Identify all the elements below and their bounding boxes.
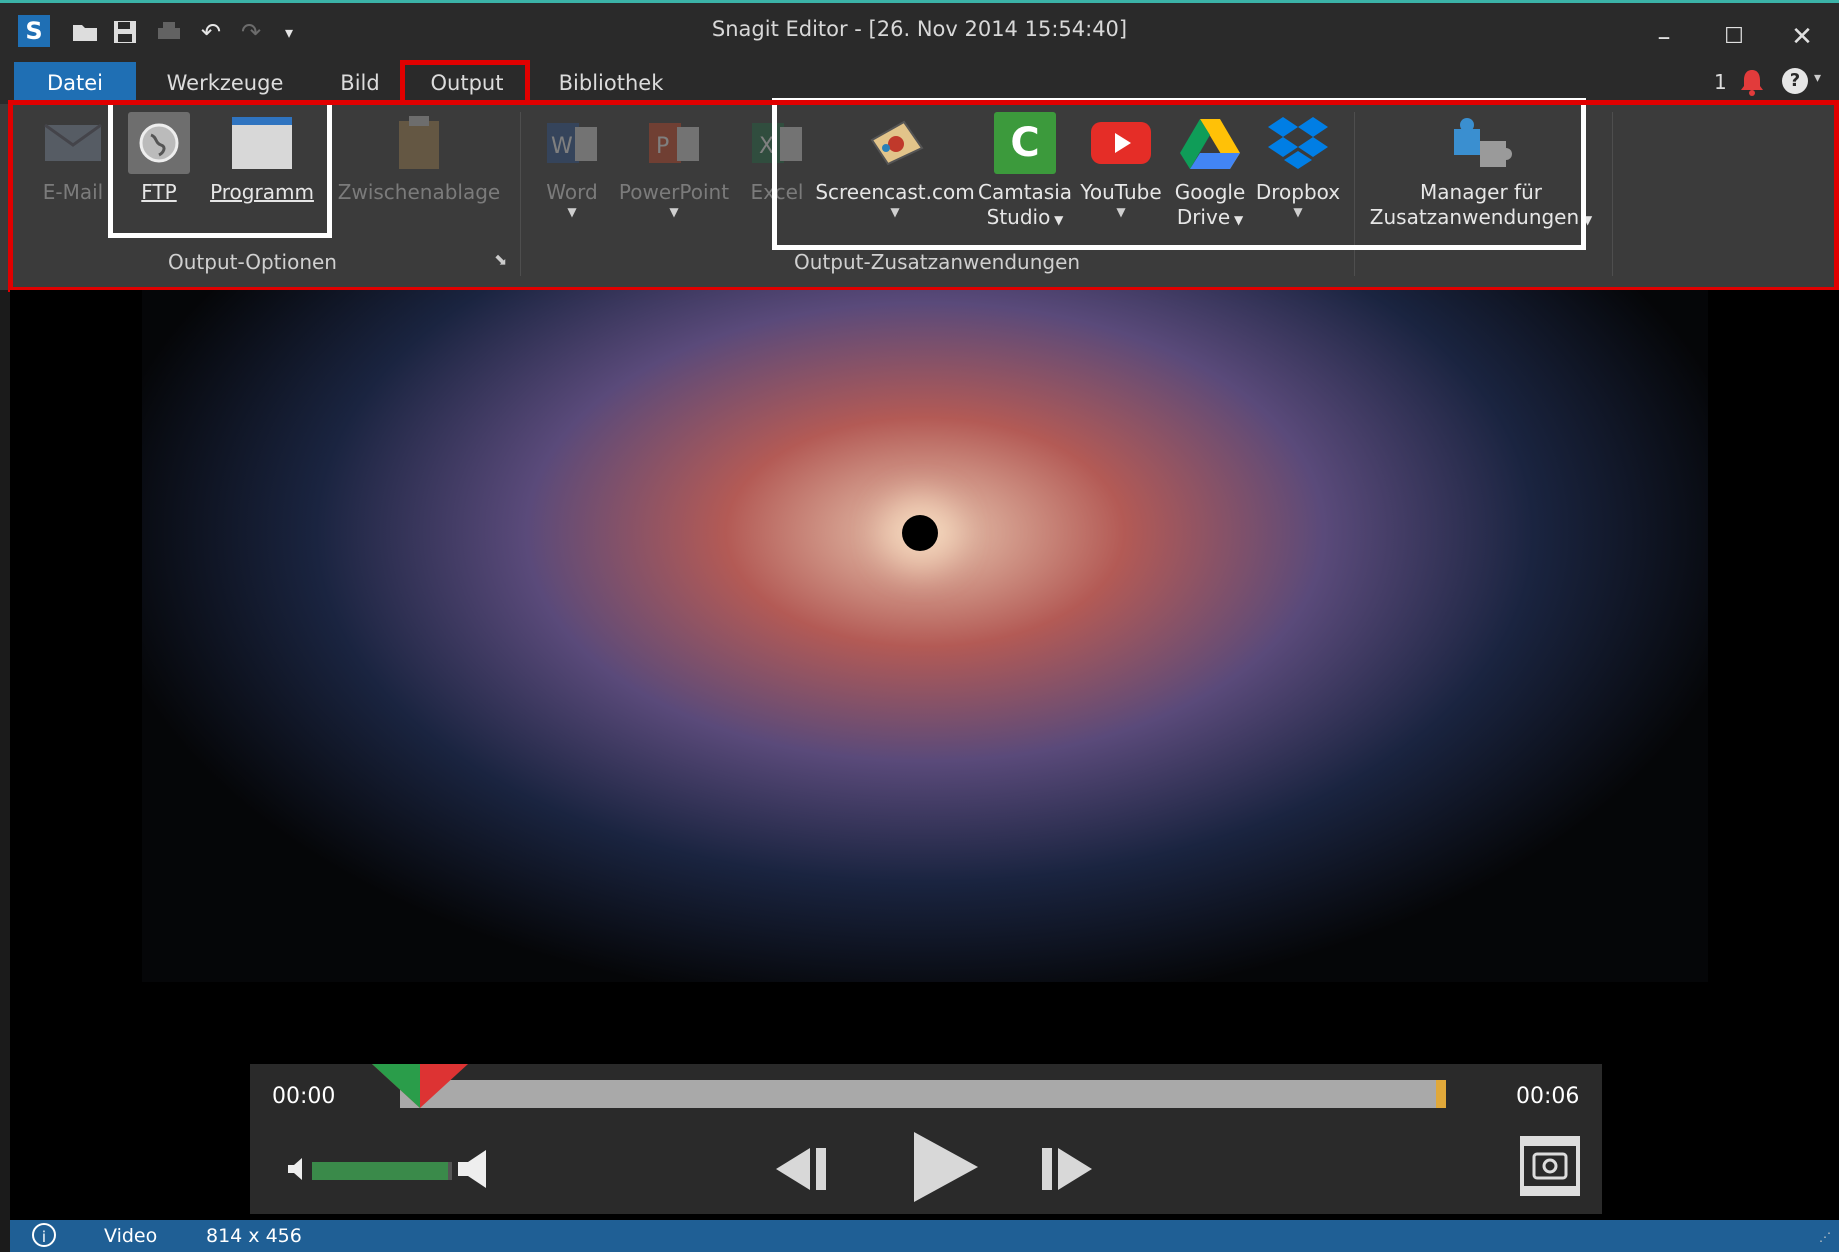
video-player-controls: 00:00 00:06 [250, 1064, 1602, 1214]
bell-icon[interactable] [1740, 68, 1764, 101]
status-type: Video [104, 1225, 158, 1247]
galaxy-core [902, 515, 938, 551]
resize-grip-icon[interactable]: ⋰ [1819, 1230, 1831, 1244]
timeline-end-handle[interactable] [1436, 1080, 1446, 1108]
status-bar: i Video 814 x 456 ⋰ [10, 1220, 1839, 1252]
tab-bibliothek[interactable]: Bibliothek [548, 62, 674, 104]
close-button[interactable]: ✕ [1782, 19, 1822, 55]
timeline-track[interactable] [400, 1080, 1436, 1108]
video-frame [142, 290, 1708, 982]
volume-low-icon[interactable] [288, 1156, 304, 1187]
volume-high-icon[interactable] [458, 1150, 488, 1193]
play-button[interactable] [910, 1130, 980, 1209]
tab-werkzeuge[interactable]: Werkzeuge [160, 62, 290, 104]
notification-count: 1 [1714, 70, 1727, 94]
tab-datei[interactable]: Datei [14, 62, 136, 104]
time-end: 00:06 [1516, 1084, 1580, 1109]
title-bar: S ↶ ↷ ▾ Snagit Editor - [26. Nov 2014 15… [0, 0, 1839, 62]
status-dimensions: 814 x 456 [206, 1225, 302, 1247]
capture-frame-icon[interactable] [1518, 1134, 1582, 1203]
step-forward-button[interactable] [1040, 1146, 1096, 1197]
volume-slider[interactable] [312, 1162, 452, 1180]
help-dropdown-icon[interactable]: ▾ [1814, 70, 1821, 86]
step-back-button[interactable] [774, 1146, 830, 1197]
volume-fill [312, 1162, 448, 1180]
tab-bild[interactable]: Bild [320, 62, 400, 104]
help-icon[interactable]: ? [1782, 68, 1808, 94]
ribbon-highlight [8, 100, 1839, 292]
playhead-marker[interactable] [372, 1064, 468, 1113]
window-title: Snagit Editor - [26. Nov 2014 15:54:40] [711, 17, 1128, 41]
info-icon[interactable]: i [32, 1223, 56, 1247]
maximize-button[interactable]: ☐ [1714, 19, 1754, 55]
minimize-button[interactable]: – [1644, 19, 1684, 55]
time-start: 00:00 [272, 1084, 336, 1109]
